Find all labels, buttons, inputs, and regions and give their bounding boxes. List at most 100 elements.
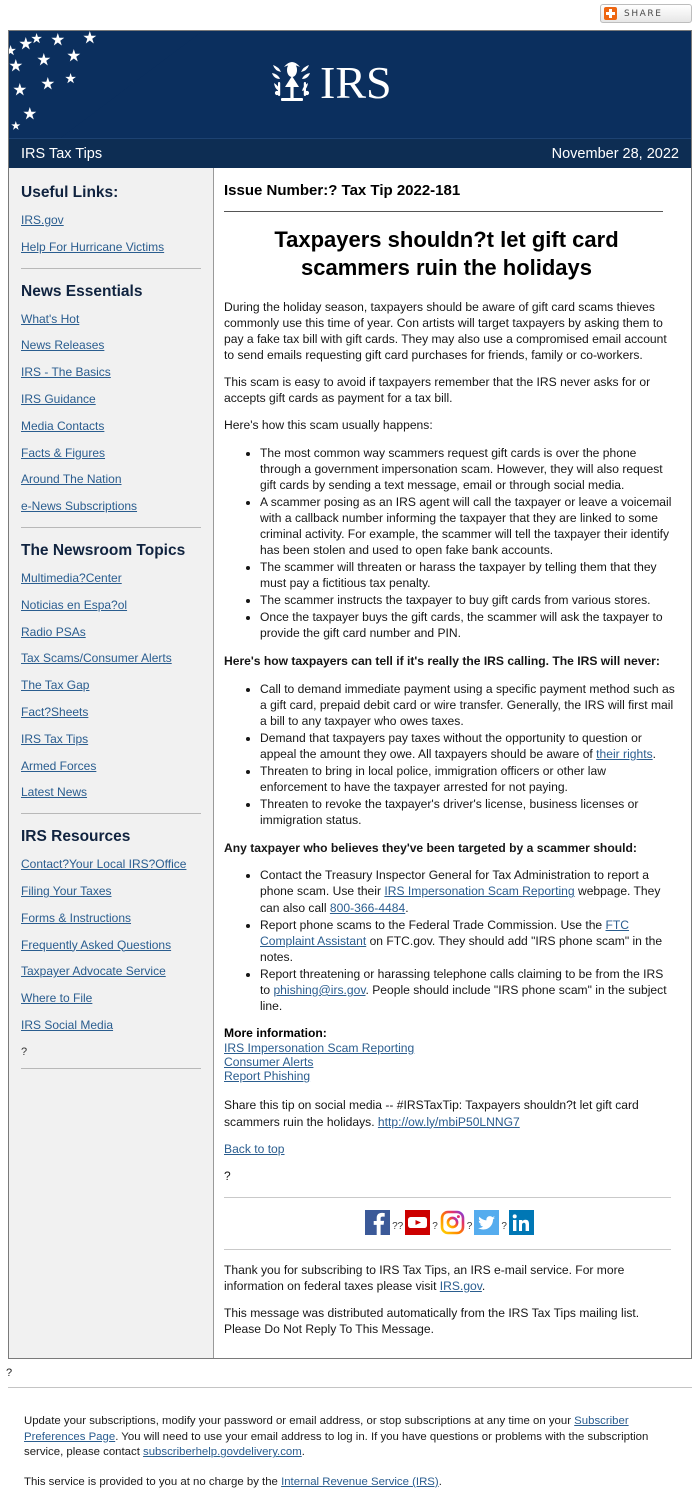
- newsletter-name: IRS Tax Tips: [21, 145, 103, 162]
- youtube-icon[interactable]: [405, 1209, 431, 1235]
- sidebar-divider-3: [21, 813, 201, 815]
- irs-logo: IRS: [267, 57, 392, 109]
- social-links-row: ?? ? ? ?: [224, 1209, 675, 1235]
- sidebar-item-latest-news[interactable]: Latest News: [21, 786, 203, 800]
- sidebar-divider-2: [21, 526, 201, 528]
- sidebar-item-irs-gov[interactable]: IRS.gov: [21, 213, 203, 228]
- do-not-reply-text: Please Do Not Reply To This Message.: [224, 1321, 434, 1336]
- plus-share-icon: [604, 7, 617, 20]
- share-tip-url-link[interactable]: http://ow.ly/mbiP50LNNG7: [378, 1115, 520, 1129]
- list-item: Report phone scams to the Federal Trade …: [260, 917, 675, 965]
- more-info-link-consumer-alerts[interactable]: Consumer Alerts: [224, 1055, 675, 1069]
- sidebar-item-forms-instructions[interactable]: Forms & Instructions: [21, 911, 203, 926]
- list-item: Threaten to bring in local police, immig…: [260, 763, 675, 795]
- sidebar-item-filing-your-taxes[interactable]: Filing Your Taxes: [21, 884, 203, 899]
- list-item: The scammer will threaten or harass the …: [260, 559, 675, 591]
- sidebar-item-tax-scams-consumer-alerts[interactable]: Tax Scams/Consumer Alerts: [21, 652, 203, 666]
- sidebar-item-where-to-file[interactable]: Where to File: [21, 991, 203, 1006]
- sidebar-divider-1: [21, 267, 201, 269]
- section1-heading: Here's how this scam usually happens:: [224, 417, 675, 433]
- list-item-text: Report phone scams to the Federal Trade …: [260, 917, 606, 932]
- main-placeholder: ?: [224, 1168, 231, 1183]
- instagram-icon[interactable]: [439, 1209, 465, 1235]
- sidebar-item-contact-local-office[interactable]: Contact?Your Local IRS?Office: [21, 857, 203, 872]
- linkedin-icon[interactable]: [508, 1209, 534, 1235]
- section2-heading: Here's how taxpayers can tell if it's re…: [224, 654, 660, 669]
- sidebar-item-irs-tax-tips[interactable]: IRS Tax Tips: [21, 732, 203, 747]
- section3-bullet-list: Contact the Treasury Inspector General f…: [224, 867, 675, 1014]
- sidebar-item-around-the-nation[interactable]: Around The Nation: [21, 473, 203, 487]
- distributed-paragraph: This message was distributed automatical…: [224, 1305, 675, 1337]
- sidebar-item-media-contacts[interactable]: Media Contacts: [21, 419, 203, 434]
- sidebar-item-facts-figures[interactable]: Facts & Figures: [21, 446, 203, 461]
- irs-impersonation-scam-reporting-link[interactable]: IRS Impersonation Scam Reporting: [384, 884, 574, 898]
- sidebar-item-irs-guidance[interactable]: IRS Guidance: [21, 392, 203, 407]
- sidebar: Useful Links: IRS.gov Help For Hurricane…: [9, 168, 214, 1359]
- masthead: IRS: [9, 31, 691, 138]
- share-tip-paragraph: Share this tip on social media -- #IRSTa…: [224, 1097, 675, 1129]
- social-placeholder-1: ??: [392, 1220, 404, 1232]
- irs-gov-link[interactable]: IRS.gov: [440, 1279, 482, 1293]
- list-item: A scammer posing as an IRS agent will ca…: [260, 494, 675, 558]
- twitter-icon[interactable]: [474, 1209, 500, 1235]
- list-item: Contact the Treasury Inspector General f…: [260, 867, 675, 915]
- sidebar-item-the-tax-gap[interactable]: The Tax Gap: [21, 678, 203, 693]
- section2-bullet-list: Call to demand immediate payment using a…: [224, 681, 675, 829]
- second-paragraph: This scam is easy to avoid if taxpayers …: [224, 375, 651, 406]
- sidebar-item-radio-psas[interactable]: Radio PSAs: [21, 625, 203, 640]
- more-info-link-impersonation[interactable]: IRS Impersonation Scam Reporting: [224, 1041, 675, 1055]
- email-page: SHARE IRS IRS Tax Tips November 28, 2022…: [0, 0, 700, 1500]
- us-flag-icon: [9, 31, 239, 138]
- intro-paragraph: During the holiday season, taxpayers sho…: [224, 300, 667, 363]
- sidebar-item-faq[interactable]: Frequently Asked Questions: [21, 938, 203, 953]
- facebook-icon[interactable]: [365, 1209, 391, 1235]
- more-info-link-report-phishing[interactable]: Report Phishing: [224, 1069, 675, 1083]
- sidebar-item-fact-sheets[interactable]: Fact?Sheets: [21, 705, 203, 720]
- email-frame: IRS IRS Tax Tips November 28, 2022 Usefu…: [8, 30, 692, 1360]
- sidebar-item-enews-subscriptions[interactable]: e-News Subscriptions: [21, 499, 203, 514]
- subscriptions-text-mid: . You will need to use your email addres…: [24, 1430, 649, 1459]
- newsletter-title-bar: IRS Tax Tips November 28, 2022: [9, 138, 691, 168]
- sidebar-item-noticias-espanol[interactable]: Noticias en Espa?ol: [21, 598, 203, 613]
- sidebar-item-taxpayer-advocate[interactable]: Taxpayer Advocate Service: [21, 965, 203, 979]
- share-bar: SHARE: [0, 0, 700, 30]
- main-content: Issue Number:? Tax Tip 2022-181 Taxpayer…: [214, 168, 691, 1359]
- tigta-phone-link[interactable]: 800-366-4484: [330, 901, 405, 915]
- issue-number: Issue Number:? Tax Tip 2022-181: [224, 182, 461, 199]
- no-charge-text: This service is provided to you at no ch…: [24, 1475, 282, 1488]
- list-item: Threaten to revoke the taxpayer's driver…: [260, 796, 675, 828]
- sidebar-item-irs-the-basics[interactable]: IRS - The Basics: [21, 365, 203, 380]
- list-item: Once the taxpayer buys the gift cards, t…: [260, 609, 675, 641]
- list-item: Call to demand immediate payment using a…: [260, 681, 675, 729]
- body-columns: Useful Links: IRS.gov Help For Hurricane…: [9, 168, 691, 1359]
- back-to-top-link[interactable]: Back to top: [224, 1142, 285, 1156]
- sidebar-item-multimedia-center[interactable]: Multimedia?Center: [21, 571, 203, 586]
- list-item-text: Demand that taxpayers pay taxes without …: [260, 730, 642, 761]
- section1-heading-colon: :: [429, 418, 433, 433]
- sidebar-divider-4: [21, 1067, 201, 1069]
- social-divider-bottom: [224, 1248, 671, 1250]
- phishing-email-link[interactable]: phishing@irs.gov: [273, 983, 365, 997]
- share-button[interactable]: SHARE: [600, 4, 692, 23]
- social-placeholder-2: ?: [432, 1220, 438, 1232]
- more-information-label: More information:: [224, 1026, 327, 1041]
- sidebar-item-whats-hot[interactable]: What's Hot: [21, 312, 203, 327]
- list-item: Demand that taxpayers pay taxes without …: [260, 730, 675, 762]
- subscriber-help-link[interactable]: subscriberhelp.govdelivery.com: [143, 1446, 302, 1458]
- list-item: The most common way scammers request gif…: [260, 445, 675, 493]
- thanks-post: .: [481, 1278, 486, 1293]
- sidebar-item-news-releases[interactable]: News Releases: [21, 339, 203, 353]
- sidebar-item-hurricane-victims[interactable]: Help For Hurricane Victims: [21, 240, 203, 255]
- subscriptions-paragraph: Update your subscriptions, modify your p…: [24, 1414, 664, 1461]
- sidebar-item-armed-forces[interactable]: Armed Forces: [21, 759, 203, 774]
- list-item-text: Threaten to revoke the taxpayer's driver…: [260, 797, 639, 828]
- sidebar-item-irs-social-media[interactable]: IRS Social Media: [21, 1018, 203, 1033]
- internal-revenue-service-link[interactable]: Internal Revenue Service (IRS): [281, 1476, 439, 1488]
- their-rights-link[interactable]: their rights: [596, 747, 652, 761]
- irs-wordmark: IRS: [320, 57, 392, 108]
- list-item: The scammer instructs the taxpayer to bu…: [260, 592, 675, 608]
- subscriptions-text: Update your subscriptions, modify your p…: [24, 1415, 575, 1428]
- distributed-text: This message was distributed automatical…: [224, 1305, 640, 1320]
- section1-bullet-list: The most common way scammers request gif…: [224, 445, 675, 642]
- social-divider-top: [224, 1196, 671, 1198]
